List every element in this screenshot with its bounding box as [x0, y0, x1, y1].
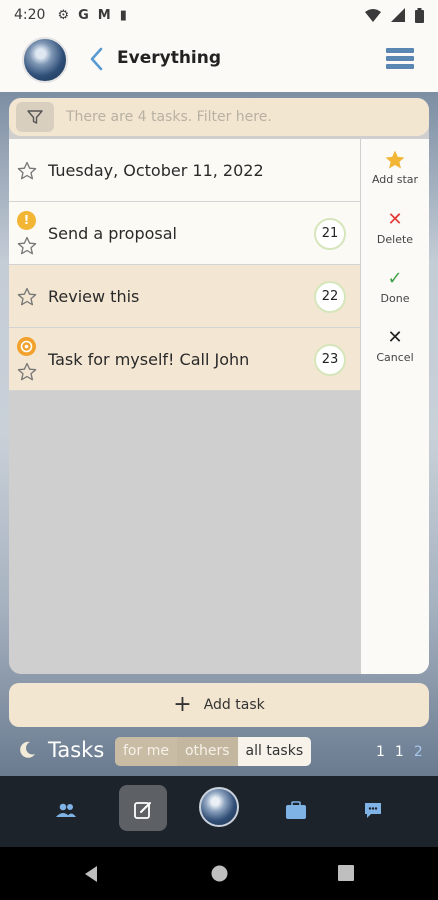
- x-icon: ✕: [387, 209, 403, 230]
- bottom-nav: [0, 776, 438, 847]
- recents-icon[interactable]: [338, 865, 354, 881]
- task-list: Tuesday, October 11, 2022 ! Send a propo…: [9, 139, 360, 391]
- list-item[interactable]: Review this 22: [9, 265, 360, 328]
- back-arrow-icon[interactable]: [86, 44, 108, 74]
- cancel-button[interactable]: ✕ Cancel: [361, 327, 429, 364]
- back-icon[interactable]: [82, 865, 100, 883]
- filter-input[interactable]: There are 4 tasks. Filter here.: [66, 109, 272, 125]
- page-title: Everything: [117, 48, 222, 68]
- star-icon[interactable]: [17, 236, 37, 256]
- add-star-label: Add star: [371, 173, 419, 186]
- gear-icon: ⚙: [57, 7, 70, 23]
- done-button[interactable]: ✓ Done: [361, 268, 429, 305]
- star-icon[interactable]: [17, 362, 37, 382]
- signal-icon: [391, 8, 405, 22]
- task-number-badge: 23: [314, 344, 346, 376]
- check-icon: ✓: [387, 268, 403, 289]
- filter-bar[interactable]: There are 4 tasks. Filter here.: [9, 98, 429, 136]
- count-for-me: 1: [376, 744, 395, 760]
- list-item[interactable]: Task for myself! Call John 23: [9, 328, 360, 391]
- task-title: Send a proposal: [48, 223, 177, 243]
- delete-label: Delete: [376, 233, 414, 246]
- priority-icon: !: [17, 211, 36, 230]
- star-icon[interactable]: [17, 287, 37, 307]
- briefcase-icon[interactable]: [282, 796, 310, 824]
- close-icon: ✕: [387, 327, 403, 348]
- status-bar: 4:20 ⚙ G M ▮: [0, 0, 438, 30]
- task-title: Task for myself! Call John: [48, 349, 250, 369]
- scope-for-me[interactable]: for me: [115, 737, 177, 766]
- done-label: Done: [380, 292, 410, 305]
- plus-icon: +: [173, 692, 192, 717]
- tasks-heading: Tasks: [48, 738, 105, 762]
- gmail-icon: M: [97, 7, 111, 23]
- system-nav-bar: [0, 847, 438, 900]
- menu-icon[interactable]: [386, 48, 414, 74]
- status-time: 4:20: [14, 7, 46, 23]
- star-icon: [385, 150, 405, 169]
- task-scope-selector: for me others all tasks: [115, 737, 312, 766]
- task-number-badge: 22: [314, 281, 346, 313]
- battery-icon: [415, 7, 424, 23]
- task-title: Review this: [48, 286, 140, 306]
- sim-icon: ▮: [119, 7, 127, 23]
- tasks-bar: Tasks for me others all tasks 112: [0, 735, 438, 769]
- self-task-icon: [17, 337, 36, 356]
- cancel-label: Cancel: [376, 351, 414, 364]
- moon-icon[interactable]: [17, 740, 37, 760]
- add-task-label: Add task: [203, 697, 265, 713]
- app-header: Everything: [0, 30, 438, 92]
- task-number-badge: 21: [314, 218, 346, 250]
- scope-others[interactable]: others: [176, 737, 238, 766]
- count-all: 2: [413, 744, 433, 760]
- add-task-button[interactable]: + Add task: [9, 683, 429, 727]
- delete-button[interactable]: ✕ Delete: [361, 209, 429, 246]
- chat-icon[interactable]: [359, 796, 387, 824]
- list-item[interactable]: ! Send a proposal 21: [9, 202, 360, 265]
- home-icon[interactable]: [211, 865, 228, 882]
- scope-all-tasks[interactable]: all tasks: [237, 737, 312, 766]
- add-star-button[interactable]: Add star: [361, 149, 429, 186]
- task-title: Tuesday, October 11, 2022: [48, 160, 264, 180]
- count-others: 1: [394, 744, 414, 760]
- list-item[interactable]: Tuesday, October 11, 2022: [9, 139, 360, 202]
- filter-icon: [27, 110, 43, 124]
- avatar[interactable]: [199, 787, 239, 827]
- avatar[interactable]: [22, 37, 68, 83]
- edit-icon[interactable]: [129, 796, 157, 824]
- wifi-icon: [365, 8, 381, 22]
- google-icon: G: [78, 7, 89, 23]
- side-action-menu: Add star ✕ Delete ✓ Done ✕ Cancel: [361, 139, 429, 674]
- task-counts: 112: [376, 744, 433, 760]
- filter-button[interactable]: [16, 102, 54, 132]
- people-icon[interactable]: [52, 796, 80, 824]
- star-icon[interactable]: [17, 161, 37, 181]
